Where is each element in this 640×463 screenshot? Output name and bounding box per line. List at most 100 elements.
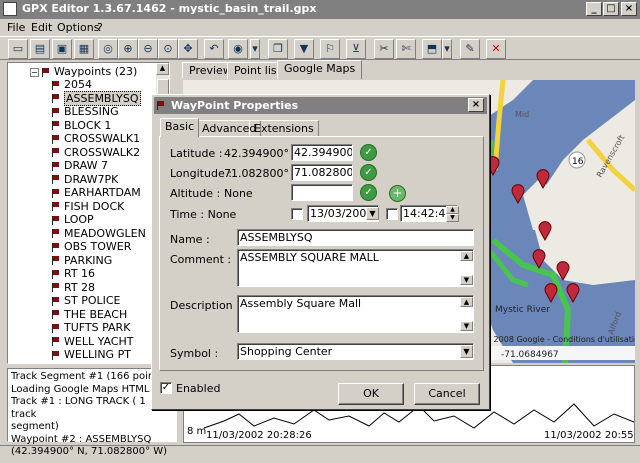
altitude-value: None xyxy=(224,187,253,200)
tree-item[interactable]: WELLING PT xyxy=(52,348,131,361)
waypoint-flag-icon xyxy=(52,202,60,211)
minimize-button[interactable]: _ xyxy=(586,2,602,16)
tree-root[interactable]: − Waypoints (23) xyxy=(30,65,137,78)
collapse-icon[interactable]: − xyxy=(30,68,39,77)
tree-item-label: CROSSWALK2 xyxy=(64,145,141,159)
tree-item[interactable]: CROSSWALK1 xyxy=(52,132,140,145)
add-altitude-icon[interactable]: + xyxy=(389,185,406,202)
menu-options[interactable]: Options xyxy=(57,21,99,34)
tree-item[interactable]: EARHARTDAM xyxy=(52,186,141,199)
ok-button[interactable]: OK xyxy=(338,383,404,405)
dialog-close-button[interactable]: × xyxy=(468,98,484,112)
copy-icon[interactable]: ❐ xyxy=(268,39,288,59)
dropdown-icon[interactable]: ▾ xyxy=(250,39,260,59)
tree-item-label: 2054 xyxy=(64,78,92,91)
map-copyright[interactable]: © 2008 Google - Conditions d'utilisation xyxy=(483,335,635,344)
zoom-out-icon[interactable]: ⊖ xyxy=(138,39,158,59)
waypoint-flag-icon xyxy=(52,269,60,279)
cancel-button[interactable]: Cancel xyxy=(414,383,480,405)
menu-edit[interactable]: Edit xyxy=(31,21,52,34)
apply-latitude-icon[interactable]: ✓ xyxy=(360,144,377,161)
scroll-down-icon[interactable]: ▼ xyxy=(460,275,473,285)
symbol-value: Shopping Center xyxy=(240,345,333,358)
altitude-input[interactable] xyxy=(291,184,353,201)
edit-icon[interactable]: ✎ xyxy=(460,39,480,59)
tree-item[interactable]: DRAW7PK xyxy=(52,173,118,186)
tree-item-label: BLESSING xyxy=(64,105,119,118)
save-icon[interactable]: ▣ xyxy=(52,39,72,59)
tree-item[interactable]: DRAW 7 xyxy=(52,159,108,172)
tree-item[interactable]: RT 28 xyxy=(52,281,95,294)
split-icon[interactable]: ✄ xyxy=(396,39,416,59)
open-icon[interactable]: ▤ xyxy=(30,39,50,59)
tab-basic[interactable]: Basic xyxy=(160,118,200,137)
tree-item[interactable]: BLOCK 1 xyxy=(52,119,111,132)
tree-item-label: RT 16 xyxy=(64,267,96,280)
join-icon[interactable]: ⊻ xyxy=(346,39,366,59)
maximize-button[interactable]: □ xyxy=(603,2,619,16)
tab-extensions[interactable]: Extensions xyxy=(249,120,319,137)
tree-root-label: Waypoints (23) xyxy=(54,65,138,78)
menu-file[interactable]: File xyxy=(7,21,25,34)
waypoint-flag-icon xyxy=(52,215,60,225)
tree-item[interactable]: RT 16 xyxy=(52,267,95,280)
tree-item[interactable]: WELL YACHT xyxy=(52,335,133,348)
scroll-up-icon[interactable]: ▲ xyxy=(460,297,473,307)
tree-item[interactable]: 2054 xyxy=(52,78,92,91)
symbol-dropdown-icon[interactable]: ▼ xyxy=(460,345,473,358)
tree-item[interactable]: CROSSWALK2 xyxy=(52,146,140,159)
properties-icon[interactable]: ⚐ xyxy=(320,39,340,59)
date-dropdown-icon[interactable]: ▼ xyxy=(366,207,379,220)
tree-item[interactable]: PARKING xyxy=(52,254,112,267)
tree-item-label: DRAW7PK xyxy=(64,172,119,186)
tree-item[interactable]: TUFTS PARK xyxy=(52,321,130,334)
tree-item[interactable]: BLESSING xyxy=(52,105,119,118)
symbol-select[interactable]: Shopping Center xyxy=(237,343,474,360)
longitude-input[interactable]: 71.082800° W xyxy=(291,164,353,181)
close-button[interactable]: × xyxy=(621,2,637,16)
time-up-icon[interactable]: ▲ xyxy=(446,206,459,214)
filter-icon[interactable]: ▼ xyxy=(294,39,314,59)
track-icon[interactable]: ◉ xyxy=(228,39,248,59)
tree-item[interactable]: ST POLICE xyxy=(52,294,121,307)
name-input[interactable]: ASSEMBLYSQ xyxy=(237,229,474,246)
map-coordinates: -71.0684967 xyxy=(501,350,559,360)
export-dropdown-icon[interactable]: ▾ xyxy=(442,39,452,59)
tree-item[interactable]: ASSEMBLYSQ xyxy=(52,90,141,106)
enabled-checkbox[interactable]: ✓ xyxy=(160,382,172,394)
tree-item[interactable]: FISH DOCK xyxy=(52,200,124,213)
menu-help[interactable]: ? xyxy=(97,21,103,34)
map-icon[interactable]: ✥ xyxy=(178,39,198,59)
tree-item[interactable]: MEADOWGLEN xyxy=(52,227,146,240)
zoom-in-icon[interactable]: ⊕ xyxy=(118,39,138,59)
time-checkbox[interactable] xyxy=(386,208,398,220)
scroll-up-icon[interactable]: ▲ xyxy=(156,63,169,75)
date-checkbox[interactable] xyxy=(291,208,303,220)
tree-item[interactable]: THE BEACH xyxy=(52,308,127,321)
waypoint-flag-icon xyxy=(52,229,60,238)
delete-icon[interactable]: ✕ xyxy=(486,39,506,59)
cut-icon[interactable]: ✂ xyxy=(374,39,394,59)
latitude-input[interactable]: 42.394900° N xyxy=(291,144,353,161)
export-icon[interactable]: ⬒ xyxy=(422,39,442,59)
waypoint-tree[interactable]: − Waypoints (23) 2054 ASSEMBLYSQ BLESSING BL… xyxy=(7,62,170,364)
zoom-fit-icon[interactable]: ◎ xyxy=(98,39,118,59)
zoom-selection-icon[interactable]: ⊙ xyxy=(158,39,178,59)
map-street-label: Mid xyxy=(515,110,529,119)
tree-item[interactable]: LOOP xyxy=(52,213,94,226)
scroll-down-icon[interactable]: ▼ xyxy=(460,321,473,331)
tab-google-maps[interactable]: Google Maps xyxy=(277,60,363,79)
scroll-up-icon[interactable]: ▲ xyxy=(460,251,473,261)
waypoint-flag-icon xyxy=(52,161,60,171)
description-textarea[interactable]: Assembly Square Mall xyxy=(237,295,474,333)
comment-textarea[interactable]: ASSEMBLY SQUARE MALL xyxy=(237,249,474,287)
tree-item[interactable]: OBS TOWER xyxy=(52,240,131,253)
new-icon[interactable]: ▭ xyxy=(8,39,28,59)
tree-item[interactable]: WELLINGTON xyxy=(52,362,137,364)
undo-icon[interactable]: ↶ xyxy=(204,39,224,59)
route-shield-label: 16 xyxy=(572,157,584,167)
apply-altitude-icon[interactable]: ✓ xyxy=(360,184,377,201)
time-down-icon[interactable]: ▼ xyxy=(446,214,459,222)
apply-longitude-icon[interactable]: ✓ xyxy=(360,164,377,181)
save-as-icon[interactable]: ▦ xyxy=(74,39,94,59)
